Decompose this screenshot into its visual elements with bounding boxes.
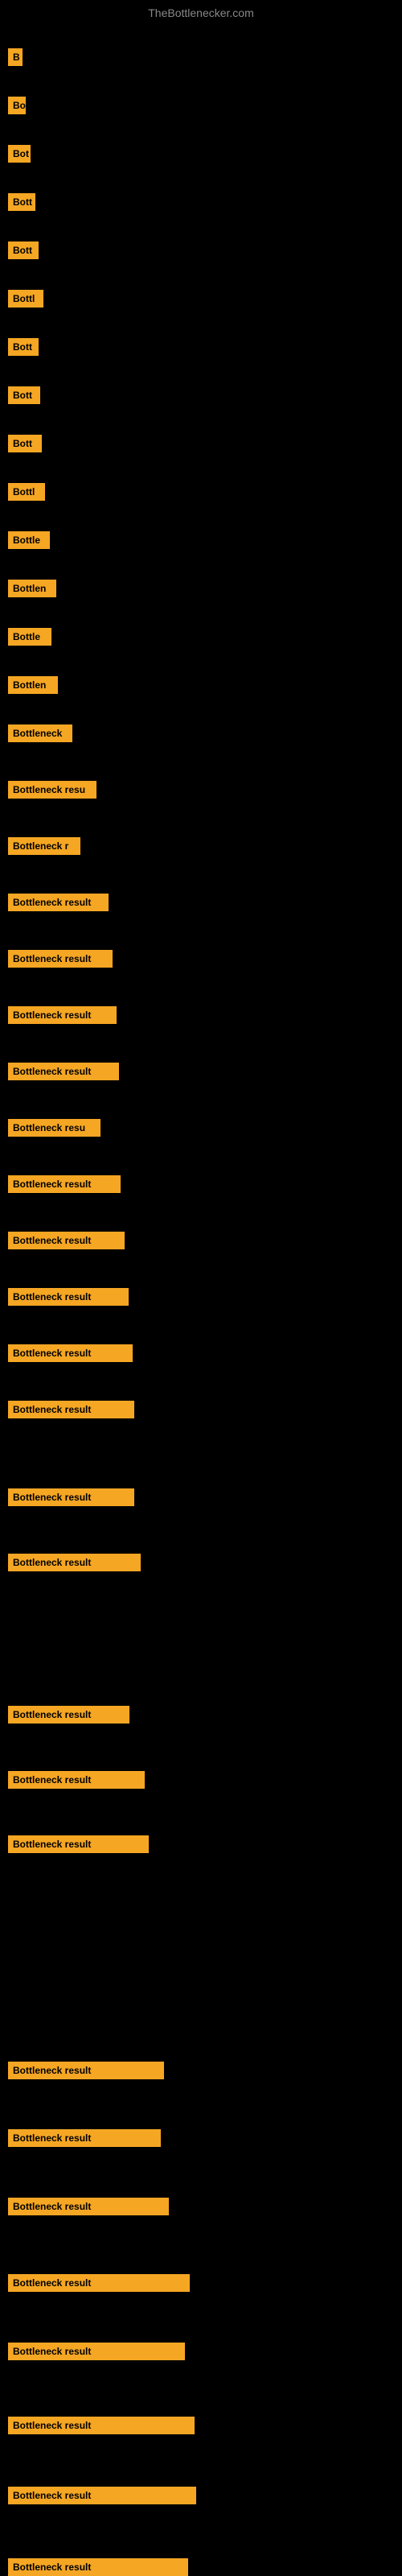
- bottleneck-item-2: Bo: [8, 97, 26, 114]
- bottleneck-item-13: Bottle: [8, 628, 51, 646]
- bottleneck-item-7: Bott: [8, 338, 39, 356]
- bottleneck-item-9: Bott: [8, 435, 42, 452]
- bottleneck-item-14: Bottlen: [8, 676, 58, 694]
- bottleneck-item-28: Bottleneck result: [8, 1488, 134, 1506]
- bottleneck-item-30: Bottleneck result: [8, 1706, 129, 1724]
- bottleneck-item-38: Bottleneck result: [8, 2417, 195, 2434]
- bottleneck-item-37: Bottleneck result: [8, 2343, 185, 2360]
- bottleneck-item-34: Bottleneck result: [8, 2129, 161, 2147]
- bottleneck-item-12: Bottlen: [8, 580, 56, 597]
- bottleneck-item-32: Bottleneck result: [8, 1835, 149, 1853]
- site-title: TheBottlenecker.com: [0, 0, 402, 26]
- bottleneck-item-8: Bott: [8, 386, 40, 404]
- bottleneck-item-24: Bottleneck result: [8, 1232, 125, 1249]
- bottleneck-item-20: Bottleneck result: [8, 1006, 117, 1024]
- bottleneck-item-1: B: [8, 48, 23, 66]
- bottleneck-item-31: Bottleneck result: [8, 1771, 145, 1789]
- bottleneck-item-10: Bottl: [8, 483, 45, 501]
- bottleneck-item-33: Bottleneck result: [8, 2062, 164, 2079]
- bottleneck-item-5: Bott: [8, 242, 39, 259]
- bottleneck-item-40: Bottleneck result: [8, 2558, 188, 2576]
- bottleneck-item-23: Bottleneck result: [8, 1175, 121, 1193]
- bottleneck-item-17: Bottleneck r: [8, 837, 80, 855]
- bottleneck-item-29: Bottleneck result: [8, 1554, 141, 1571]
- bottleneck-item-36: Bottleneck result: [8, 2274, 190, 2292]
- bottleneck-item-6: Bottl: [8, 290, 43, 308]
- bottleneck-item-19: Bottleneck result: [8, 950, 113, 968]
- bottleneck-item-27: Bottleneck result: [8, 1401, 134, 1418]
- bottleneck-item-35: Bottleneck result: [8, 2198, 169, 2215]
- bottleneck-item-15: Bottleneck: [8, 724, 72, 742]
- bottleneck-item-21: Bottleneck result: [8, 1063, 119, 1080]
- bottleneck-item-3: Bot: [8, 145, 31, 163]
- bottleneck-item-39: Bottleneck result: [8, 2487, 196, 2504]
- bottleneck-item-16: Bottleneck resu: [8, 781, 96, 799]
- bottleneck-item-26: Bottleneck result: [8, 1344, 133, 1362]
- bottleneck-item-4: Bott: [8, 193, 35, 211]
- bottleneck-item-18: Bottleneck result: [8, 894, 109, 911]
- bottleneck-item-11: Bottle: [8, 531, 50, 549]
- bottleneck-item-22: Bottleneck resu: [8, 1119, 100, 1137]
- bottleneck-item-25: Bottleneck result: [8, 1288, 129, 1306]
